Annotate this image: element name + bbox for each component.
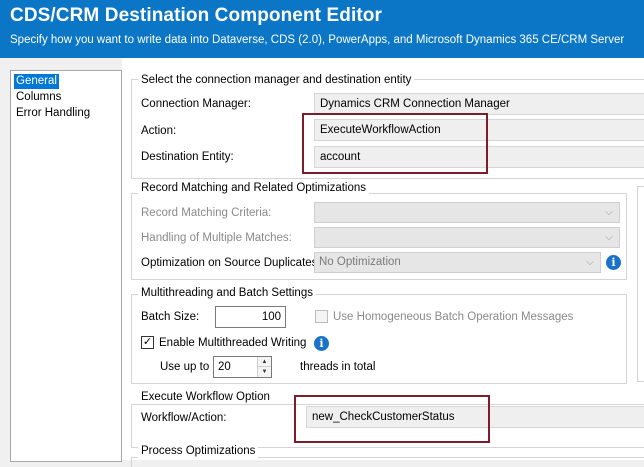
action-label: Action: [141,125,177,137]
nav-item-columns[interactable]: Columns [14,90,63,105]
multiple-matches-select[interactable]: ⌵ [314,227,620,248]
right-side-panel [637,186,644,382]
connection-manager-label: Connection Manager: [141,98,251,110]
source-duplicates-label: Optimization on Source Duplicates: [141,257,321,269]
dialog-header: CDS/CRM Destination Component Editor Spe… [0,0,644,58]
use-up-to-label: Use up to [160,361,210,373]
multithreaded-writing-checkbox[interactable]: ✓ [141,336,154,349]
workflow-highlight [294,395,490,443]
dialog-title: CDS/CRM Destination Component Editor [10,5,382,26]
spin-up-icon[interactable]: ▲ [258,357,271,367]
source-duplicates-select[interactable]: No Optimization ⌵ [314,252,601,273]
threads-spinner-buttons[interactable]: ▲ ▼ [257,357,271,377]
multithreaded-info-icon[interactable]: i [314,336,329,351]
process-group [131,457,644,467]
matching-criteria-select[interactable]: ⌵ [314,202,620,223]
general-page: Select the connection manager and destin… [122,58,644,467]
page-nav-list[interactable]: General Columns Error Handling [10,70,122,462]
threads-suffix-label: threads in total [300,361,376,373]
multithreaded-writing-label: Enable Multithreaded Writing [159,337,307,349]
dialog-subtitle: Specify how you want to write data into … [10,34,625,46]
threads-spinner[interactable]: 20 ▲ ▼ [213,356,272,378]
nav-item-error-handling[interactable]: Error Handling [14,106,92,121]
workflow-action-label: Workflow/Action: [141,412,227,424]
source-duplicates-value: No Optimization [319,256,401,268]
connection-manager-field[interactable]: Dynamics CRM Connection Manager [314,93,644,115]
workflow-group-legend: Execute Workflow Option [138,390,273,404]
process-group-legend: Process Optimizations [138,444,259,458]
spin-down-icon[interactable]: ▼ [258,367,271,377]
batch-size-input[interactable]: 100 [215,306,286,328]
homogeneous-batch-label: Use Homogeneous Batch Operation Messages [333,311,574,323]
chevron-down-icon: ⌵ [605,207,613,218]
chevron-down-icon: ⌵ [605,232,613,243]
connection-group-legend: Select the connection manager and destin… [138,73,415,87]
homogeneous-batch-checkbox[interactable] [315,310,328,323]
nav-item-general[interactable]: General [14,74,59,89]
threads-value: 20 [218,361,231,373]
destination-entity-label: Destination Entity: [141,151,234,163]
batch-size-label: Batch Size: [141,311,200,323]
threading-group-legend: Multithreading and Batch Settings [138,286,316,300]
multiple-matches-label: Handling of Multiple Matches: [141,232,292,244]
matching-group-legend: Record Matching and Related Optimization… [138,181,370,195]
matching-criteria-label: Record Matching Criteria: [141,207,272,219]
chevron-down-icon: ⌵ [586,257,594,268]
source-duplicates-info-icon[interactable]: i [606,255,621,270]
action-entity-highlight [302,113,488,174]
